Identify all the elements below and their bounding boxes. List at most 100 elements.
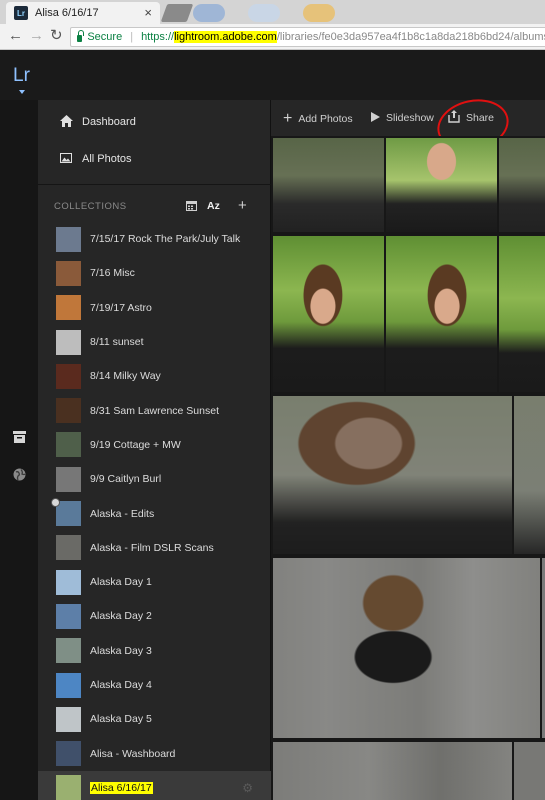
photo-thumbnail[interactable] [273, 236, 384, 392]
photo-thumbnail[interactable] [499, 236, 545, 392]
arrow-left-icon[interactable]: ← [8, 27, 23, 45]
lock-icon [77, 30, 85, 42]
collection-item[interactable]: Alaska - Film DSLR Scans [38, 531, 271, 565]
collection-item[interactable]: 9/19 Cottage + MW [38, 428, 271, 462]
collection-item[interactable]: 8/11 sunset [38, 325, 271, 359]
slideshow-button[interactable]: Slideshow [371, 110, 434, 125]
share-icon [448, 110, 460, 126]
reload-icon[interactable]: ↻ [50, 27, 63, 45]
collection-item[interactable]: 9/9 Caitlyn Burl [38, 462, 271, 496]
collection-item[interactable]: Alaska Day 3 [38, 634, 271, 668]
collection-label: 7/15/17 Rock The Park/July Talk [90, 233, 241, 246]
inactive-tab[interactable] [193, 4, 225, 22]
archive-icon[interactable] [11, 431, 27, 446]
photo-thumbnail[interactable] [386, 138, 497, 232]
collection-item[interactable]: 8/31 Sam Lawrence Sunset [38, 393, 271, 427]
sidebar: Dashboard All Photos COLLECTIONS Az + 7/… [38, 100, 271, 800]
browser-address-bar: ← → ↻ Secure | https:// lightroom.adobe.… [0, 24, 545, 50]
collections-list: 7/15/17 Rock The Park/July Talk 7/16 Misc… [38, 222, 271, 800]
globe-icon[interactable] [11, 468, 27, 484]
nav-label: Dashboard [82, 116, 136, 128]
photo-thumbnail[interactable] [273, 396, 512, 554]
collection-thumbnail [56, 466, 81, 492]
photos-icon [60, 152, 74, 166]
collection-label: Alisa 6/16/17 [90, 781, 153, 794]
calendar-sort-icon[interactable] [186, 200, 197, 214]
collection-thumbnail [56, 775, 81, 800]
collections-header: COLLECTIONS Az + [38, 197, 271, 216]
photo-thumbnail[interactable] [499, 138, 545, 232]
collection-thumbnail [56, 638, 81, 664]
app-header: Lr [0, 50, 545, 100]
url-scheme: https:// [141, 31, 175, 43]
collection-thumbnail [56, 260, 81, 286]
url-host: lightroom.adobe.com [174, 31, 277, 43]
photo-thumbnail[interactable] [514, 742, 545, 800]
add-collection-button[interactable]: + [238, 197, 247, 214]
alpha-sort-button[interactable]: Az [207, 200, 220, 212]
home-icon [60, 114, 74, 130]
collection-item[interactable]: 7/15/17 Rock The Park/July Talk [38, 222, 271, 256]
collection-thumbnail [56, 706, 81, 732]
collection-label: Alaska Day 3 [90, 644, 152, 657]
collection-item[interactable]: 7/16 Misc [38, 256, 271, 290]
chevron-down-icon[interactable] [19, 90, 25, 94]
collection-thumbnail [56, 398, 81, 424]
collection-thumbnail [56, 501, 81, 527]
url-field[interactable]: Secure | https:// lightroom.adobe.com /l… [70, 27, 545, 47]
lightroom-logo[interactable]: Lr [13, 65, 30, 87]
collection-item[interactable]: Alaska Day 2 [38, 599, 271, 633]
add-photos-button[interactable]: + Add Photos [283, 110, 353, 128]
collection-item[interactable]: Alaska Day 4 [38, 668, 271, 702]
collection-item[interactable]: Alisa - Washboard [38, 736, 271, 770]
collection-label: 9/9 Caitlyn Burl [90, 473, 162, 486]
collection-thumbnail [56, 329, 81, 355]
collection-label: Alaska - Film DSLR Scans [90, 541, 214, 554]
collection-label: 8/31 Sam Lawrence Sunset [90, 404, 219, 417]
tab-title: Alisa 6/16/17 [35, 7, 99, 19]
arrow-right-icon[interactable]: → [29, 27, 44, 45]
collection-thumbnail [56, 535, 81, 561]
inactive-tab[interactable] [160, 4, 194, 22]
close-tab-icon[interactable]: × [144, 5, 152, 20]
nav-all-photos[interactable]: All Photos [38, 146, 271, 172]
collection-label: 7/16 Misc [90, 267, 135, 280]
collection-label: Alaska Day 5 [90, 713, 152, 726]
url-path: /libraries/fe0e3da957ea4f1b8c1a8da218b6b… [276, 31, 545, 43]
photo-thumbnail[interactable] [514, 396, 545, 554]
collection-label: 8/14 Milky Way [90, 370, 161, 383]
photo-thumbnail[interactable] [273, 558, 540, 738]
inactive-tab[interactable] [303, 4, 335, 22]
collection-item[interactable]: Alaska - Edits [38, 496, 271, 530]
inactive-tab[interactable] [248, 4, 280, 22]
collection-thumbnail [56, 363, 81, 389]
share-button[interactable]: Share [448, 110, 494, 126]
collection-label: Alaska - Edits [90, 507, 155, 520]
share-label: Share [466, 112, 495, 124]
grid-toolbar: + Add Photos Slideshow Share [271, 100, 545, 136]
collection-item[interactable]: 7/19/17 Astro [38, 291, 271, 325]
collection-thumbnail [56, 295, 81, 321]
browser-tab[interactable]: Lr Alisa 6/16/17 × [6, 2, 160, 24]
collection-label: Alaska Day 4 [90, 679, 152, 691]
slideshow-label: Slideshow [386, 111, 434, 124]
secure-label: Secure [87, 31, 123, 43]
photo-thumbnail[interactable] [386, 236, 497, 392]
nav-dashboard[interactable]: Dashboard [38, 109, 271, 135]
app-window: Lr Alisa 6/16/17 × ← → ↻ Secure | https:… [0, 0, 545, 800]
collection-thumbnail [56, 603, 81, 629]
collection-thumbnail [56, 741, 81, 767]
collection-label: Alaska Day 1 [90, 576, 152, 589]
collection-item[interactable]: Alaska Day 1 [38, 565, 271, 599]
collection-item[interactable]: Alisa 6/16/17 ⚙ [38, 770, 271, 800]
photo-thumbnail[interactable] [273, 138, 384, 232]
collections-title: COLLECTIONS [54, 201, 127, 212]
collection-label: 9/19 Cottage + MW [90, 438, 181, 451]
play-icon [371, 110, 380, 125]
browser-tab-bar: Lr Alisa 6/16/17 × [0, 0, 545, 24]
collection-item[interactable]: 8/14 Milky Way [38, 359, 271, 393]
photo-thumbnail[interactable] [273, 742, 512, 800]
gear-icon[interactable]: ⚙ [242, 781, 253, 795]
collection-item[interactable]: Alaska Day 5 [38, 702, 271, 736]
collection-thumbnail [56, 226, 81, 252]
